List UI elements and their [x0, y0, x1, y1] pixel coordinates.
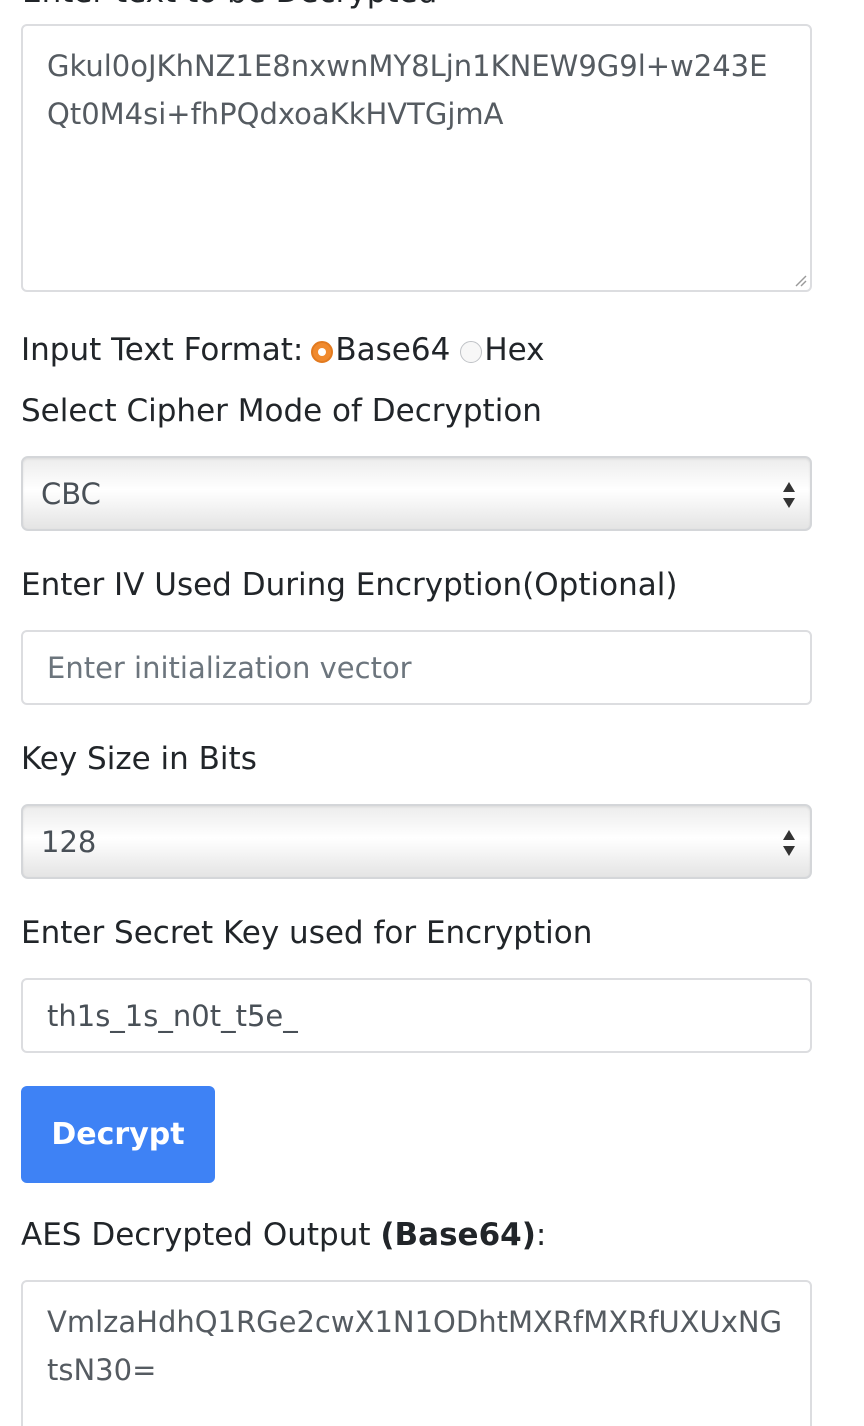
- ciphertext-label: Enter text to be Decrypted: [22, 0, 437, 10]
- select-arrows-icon: [783, 482, 795, 508]
- key-size-value: 128: [41, 824, 97, 859]
- iv-input[interactable]: [21, 630, 812, 705]
- resize-grip-icon[interactable]: [793, 273, 807, 287]
- radio-base64-label[interactable]: Base64: [335, 332, 450, 368]
- key-size-label: Key Size in Bits: [21, 741, 257, 777]
- secret-key-input[interactable]: [21, 978, 812, 1053]
- cipher-mode-select[interactable]: CBC: [21, 456, 812, 531]
- output-value: VmlzaHdhQ1RGe2cwX1N1ODhtMXRfMXRfUXUxNGts…: [47, 1305, 783, 1387]
- radio-hex-label[interactable]: Hex: [484, 332, 544, 368]
- aes-decrypt-form: Enter text to be Decrypted Gkul0oJKhNZ1E…: [0, 0, 864, 1426]
- output-label-suffix: :: [535, 1217, 547, 1253]
- cipher-mode-value: CBC: [41, 476, 101, 511]
- output-label-prefix: AES Decrypted Output: [21, 1217, 381, 1253]
- output-textarea[interactable]: VmlzaHdhQ1RGe2cwX1N1ODhtMXRfMXRfUXUxNGts…: [21, 1280, 812, 1426]
- input-format-row: Input Text Format: Base64 Hex: [21, 328, 545, 372]
- ciphertext-textarea[interactable]: Gkul0oJKhNZ1E8nxwnMY8Ljn1KNEW9G9l+w243EQ…: [21, 24, 812, 292]
- iv-label: Enter IV Used During Encryption(Optional…: [21, 567, 678, 603]
- select-arrows-icon: [783, 830, 795, 856]
- radio-base64[interactable]: [311, 341, 334, 363]
- radio-hex[interactable]: [460, 341, 483, 363]
- input-format-label: Input Text Format:: [21, 332, 304, 368]
- key-size-select[interactable]: 128: [21, 804, 812, 879]
- ciphertext-value: Gkul0oJKhNZ1E8nxwnMY8Ljn1KNEW9G9l+w243EQ…: [47, 49, 768, 131]
- decrypt-button[interactable]: Decrypt: [21, 1086, 215, 1183]
- output-label: AES Decrypted Output (Base64):: [21, 1217, 546, 1253]
- output-format: (Base64): [380, 1217, 536, 1253]
- secret-key-label: Enter Secret Key used for Encryption: [21, 915, 593, 951]
- cipher-mode-label: Select Cipher Mode of Decryption: [21, 393, 542, 429]
